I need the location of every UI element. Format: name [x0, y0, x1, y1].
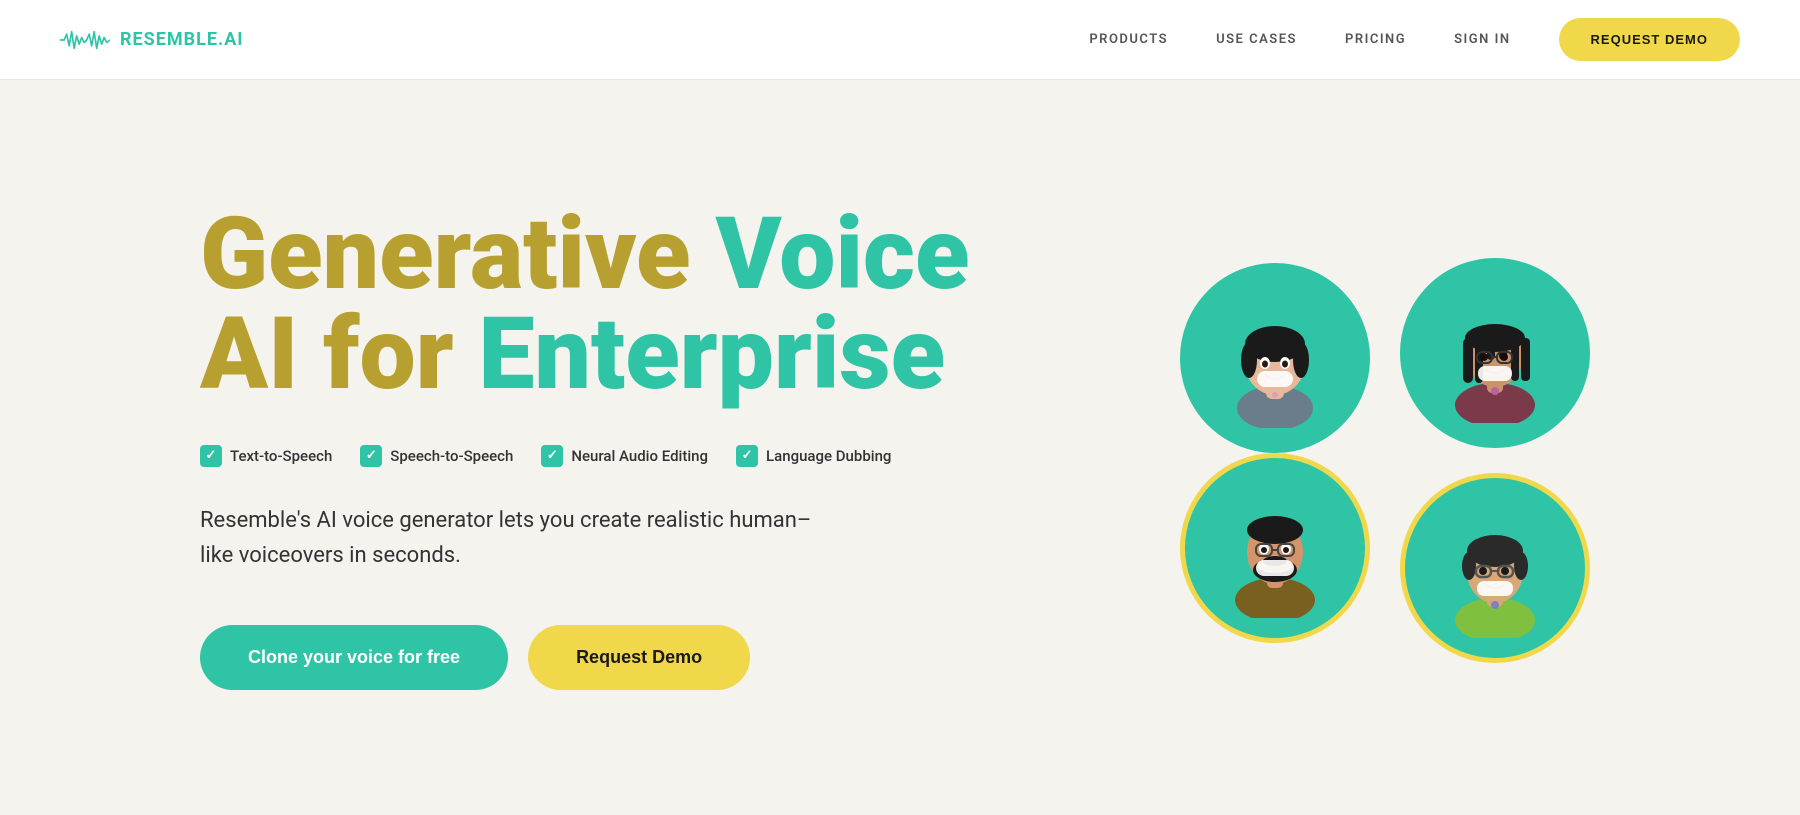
- feature-label-tts: Text-to-Speech: [230, 447, 332, 465]
- hero-title: Generative Voice AI for Enterprise: [200, 205, 970, 405]
- logo-text: RESEMBLE.AI: [120, 29, 244, 50]
- nav-request-demo-button[interactable]: REQUEST DEMO: [1559, 18, 1740, 61]
- nav-links: PRODUCTS USE CASES PRICING SIGN IN REQUE…: [1089, 18, 1740, 61]
- avatar-4: [1400, 473, 1590, 663]
- avatar-face-3-icon: [1205, 478, 1345, 618]
- avatar-wrapper-1: [1180, 263, 1380, 453]
- avatar-grid: [1180, 238, 1600, 658]
- request-demo-button[interactable]: Request Demo: [528, 625, 750, 690]
- hero-content: Generative Voice AI for Enterprise Text-…: [200, 205, 970, 690]
- feature-label-sts: Speech-to-Speech: [390, 447, 513, 465]
- avatar-2: [1400, 258, 1590, 448]
- avatar-face-2-icon: [1425, 283, 1565, 423]
- nav-item-pricing[interactable]: PRICING: [1345, 32, 1406, 47]
- avatar-face-1-icon: [1205, 288, 1345, 428]
- feature-label-ld: Language Dubbing: [766, 447, 891, 465]
- avatar-wrapper-2: [1400, 258, 1600, 448]
- feature-text-to-speech: Text-to-Speech: [200, 445, 332, 467]
- nav-item-use-cases[interactable]: USE CASES: [1216, 32, 1297, 47]
- feature-label-nae: Neural Audio Editing: [571, 447, 708, 465]
- hero-title-enterprise: Enterprise: [479, 296, 946, 413]
- check-icon-tts: [200, 445, 222, 467]
- hero-features: Text-to-Speech Speech-to-Speech Neural A…: [200, 445, 970, 467]
- avatar-3: [1180, 453, 1370, 643]
- hero-section: Generative Voice AI for Enterprise Text-…: [0, 80, 1800, 815]
- check-icon-ld: [736, 445, 758, 467]
- logo[interactable]: RESEMBLE.AI: [60, 26, 244, 54]
- hero-description: Resemble's AI voice generator lets you c…: [200, 503, 820, 573]
- navbar: RESEMBLE.AI PRODUCTS USE CASES PRICING S…: [0, 0, 1800, 80]
- hero-buttons: Clone your voice for free Request Demo: [200, 625, 970, 690]
- avatar-wrapper-4: [1400, 473, 1600, 663]
- avatar-wrapper-3: [1180, 453, 1380, 643]
- clone-voice-button[interactable]: Clone your voice for free: [200, 625, 508, 690]
- hero-title-ai: AI for: [200, 296, 479, 413]
- check-icon-sts: [360, 445, 382, 467]
- feature-language-dubbing: Language Dubbing: [736, 445, 891, 467]
- nav-item-sign-in[interactable]: SIGN IN: [1454, 32, 1510, 47]
- feature-neural-audio-editing: Neural Audio Editing: [541, 445, 708, 467]
- logo-waveform-icon: [60, 26, 110, 54]
- feature-speech-to-speech: Speech-to-Speech: [360, 445, 513, 467]
- nav-item-products[interactable]: PRODUCTS: [1089, 32, 1168, 47]
- check-icon-nae: [541, 445, 563, 467]
- avatar-face-4-icon: [1425, 498, 1565, 638]
- avatar-1: [1180, 263, 1370, 453]
